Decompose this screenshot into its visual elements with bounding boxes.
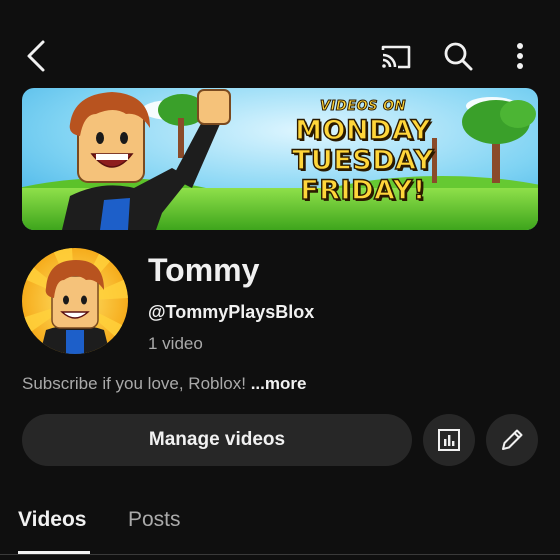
pencil-icon bbox=[502, 429, 523, 450]
edit-channel-button[interactable] bbox=[486, 414, 538, 466]
banner-schedule-text: VIDEOS ON MONDAY TUESDAY FRIDAY! bbox=[278, 100, 448, 207]
avatar-image bbox=[22, 248, 128, 354]
manage-videos-label: Manage videos bbox=[148, 429, 286, 450]
cast-icon bbox=[381, 45, 411, 69]
vertical-dots-icon bbox=[517, 43, 523, 69]
channel-handle: @TommyPlaysBlox bbox=[148, 302, 315, 322]
banner-line-3: TUESDAY bbox=[291, 145, 434, 176]
banner-line-2: MONDAY bbox=[294, 115, 431, 146]
tab-posts[interactable]: Posts bbox=[128, 508, 181, 532]
analytics-icon bbox=[438, 429, 460, 451]
search-icon bbox=[444, 42, 473, 71]
channel-description[interactable]: Subscribe if you love, Roblox! ...more bbox=[22, 374, 306, 394]
manage-videos-button[interactable]: Manage videos bbox=[22, 414, 412, 466]
back-button[interactable] bbox=[18, 36, 54, 76]
video-count: 1 video bbox=[148, 334, 203, 353]
description-more-link[interactable]: ...more bbox=[251, 374, 307, 393]
tabs-divider bbox=[0, 554, 560, 555]
channel-banner: VIDEOS ON MONDAY TUESDAY FRIDAY! bbox=[22, 88, 538, 230]
analytics-button[interactable] bbox=[423, 414, 475, 466]
cast-button[interactable] bbox=[376, 38, 416, 76]
chevron-left-icon bbox=[27, 40, 45, 72]
tab-videos[interactable]: Videos bbox=[18, 508, 86, 532]
search-button[interactable] bbox=[438, 36, 478, 76]
channel-name: Tommy bbox=[148, 252, 260, 288]
description-text: Subscribe if you love, Roblox! bbox=[22, 374, 246, 393]
banner-line-4: FRIDAY! bbox=[300, 175, 426, 206]
channel-avatar[interactable] bbox=[22, 248, 128, 354]
banner-line-1: VIDEOS ON bbox=[320, 99, 406, 114]
more-options-button[interactable] bbox=[502, 36, 538, 76]
